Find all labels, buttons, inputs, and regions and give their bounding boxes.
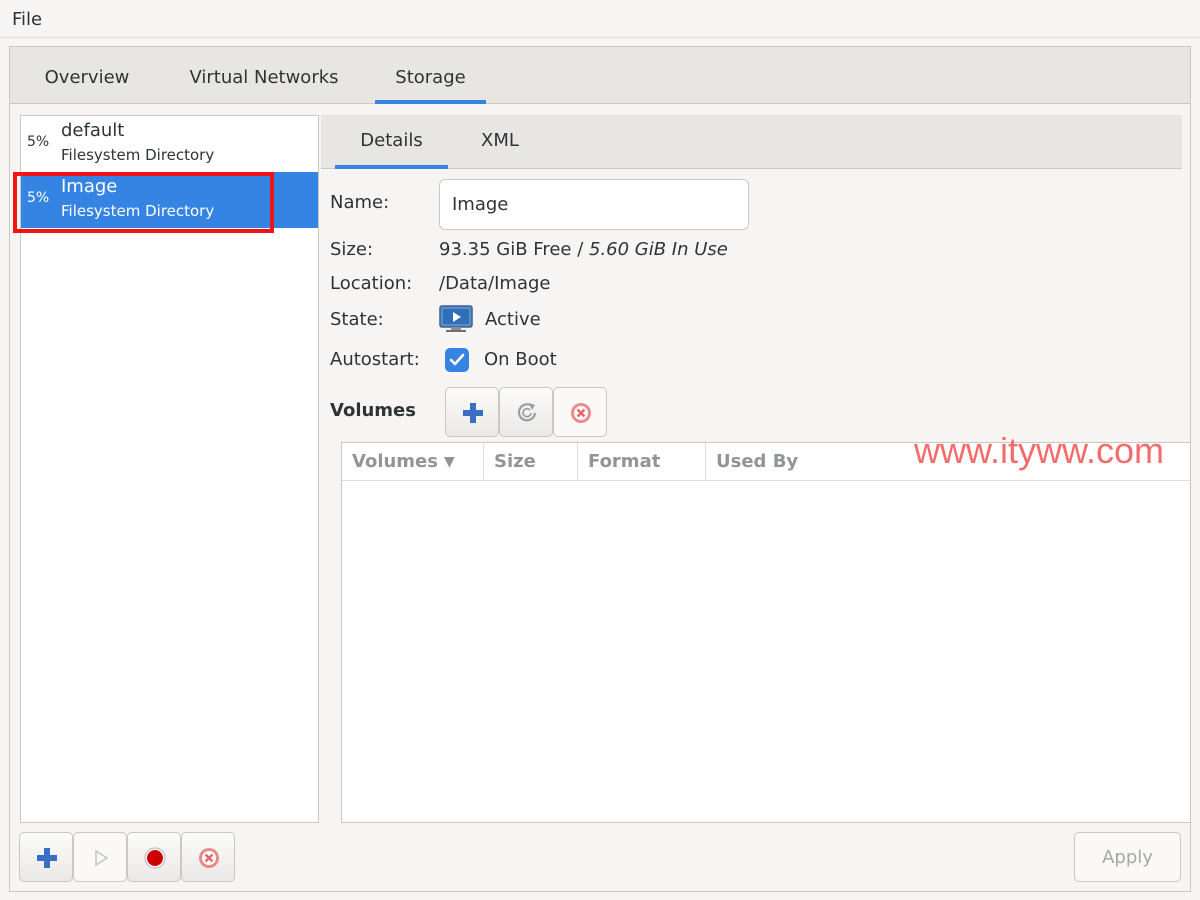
pool-detail-pane: Details XML Name: Size: 93.35 GiB Free /…	[321, 115, 1191, 823]
add-pool-button[interactable]	[19, 832, 73, 882]
volumes-table-header: Volumes ▼ Size Format Used By	[342, 443, 1190, 481]
autostart-value[interactable]: On Boot	[484, 349, 557, 370]
column-format[interactable]: Format	[578, 443, 706, 481]
monitor-play-icon	[439, 305, 473, 333]
check-icon	[449, 353, 465, 366]
storage-pool-list: 5% default Filesystem Directory 5% Image…	[20, 115, 319, 823]
top-tab-bar: Overview Virtual Networks Storage	[10, 47, 1190, 104]
pool-item-default[interactable]: 5% default Filesystem Directory	[21, 116, 318, 172]
volumes-table: Volumes ▼ Size Format Used By	[341, 442, 1191, 823]
delete-icon	[199, 848, 219, 868]
size-value: 93.35 GiB Free / 5.60 GiB In Use	[439, 239, 728, 260]
delete-pool-button[interactable]	[181, 832, 235, 882]
size-free: 93.35 GiB Free	[439, 239, 572, 260]
detail-tab-bar: Details XML	[321, 115, 1182, 169]
delete-icon	[571, 403, 591, 423]
pool-name: default	[61, 120, 125, 141]
apply-button[interactable]: Apply	[1074, 832, 1181, 882]
state-label: State:	[330, 309, 384, 330]
tab-overview[interactable]: Overview	[30, 47, 144, 104]
menubar: File	[0, 0, 1200, 38]
tab-details[interactable]: Details	[335, 115, 448, 169]
size-separator: /	[571, 239, 589, 260]
plus-icon	[37, 848, 57, 868]
start-pool-button[interactable]	[73, 832, 127, 882]
autostart-label: Autostart:	[330, 349, 420, 370]
add-volume-button[interactable]	[445, 387, 499, 437]
sort-down-icon: ▼	[443, 454, 455, 470]
plus-icon	[463, 403, 483, 423]
menu-file[interactable]: File	[12, 9, 42, 30]
stop-pool-button[interactable]	[127, 832, 181, 882]
connection-details-frame: Overview Virtual Networks Storage 5% def…	[9, 46, 1191, 892]
tab-xml[interactable]: XML	[455, 115, 545, 169]
pool-name: Image	[61, 176, 118, 197]
refresh-icon	[517, 403, 537, 422]
name-input[interactable]	[439, 179, 749, 230]
pool-item-image[interactable]: 5% Image Filesystem Directory	[21, 172, 318, 228]
autostart-checkbox[interactable]	[445, 348, 469, 372]
volumes-title: Volumes	[330, 400, 416, 421]
name-label: Name:	[330, 192, 390, 213]
location-label: Location:	[330, 273, 413, 294]
tab-storage[interactable]: Storage	[375, 47, 486, 104]
tab-virtual-networks[interactable]: Virtual Networks	[170, 47, 358, 104]
delete-volume-button[interactable]	[553, 387, 607, 437]
play-icon	[95, 849, 109, 867]
pool-usage-percent: 5%	[27, 190, 50, 206]
pool-type: Filesystem Directory	[61, 146, 215, 164]
refresh-volumes-button[interactable]	[499, 387, 553, 437]
column-volumes[interactable]: Volumes ▼	[342, 443, 484, 481]
pool-type: Filesystem Directory	[61, 202, 215, 220]
column-used-by[interactable]: Used By	[706, 443, 1190, 481]
size-label: Size:	[330, 239, 374, 260]
size-in-use: 5.60 GiB In Use	[588, 239, 728, 260]
column-size[interactable]: Size	[484, 443, 578, 481]
location-value: /Data/Image	[439, 273, 551, 294]
pool-usage-percent: 5%	[27, 134, 50, 150]
stop-icon	[144, 847, 166, 869]
state-value: Active	[485, 309, 541, 330]
